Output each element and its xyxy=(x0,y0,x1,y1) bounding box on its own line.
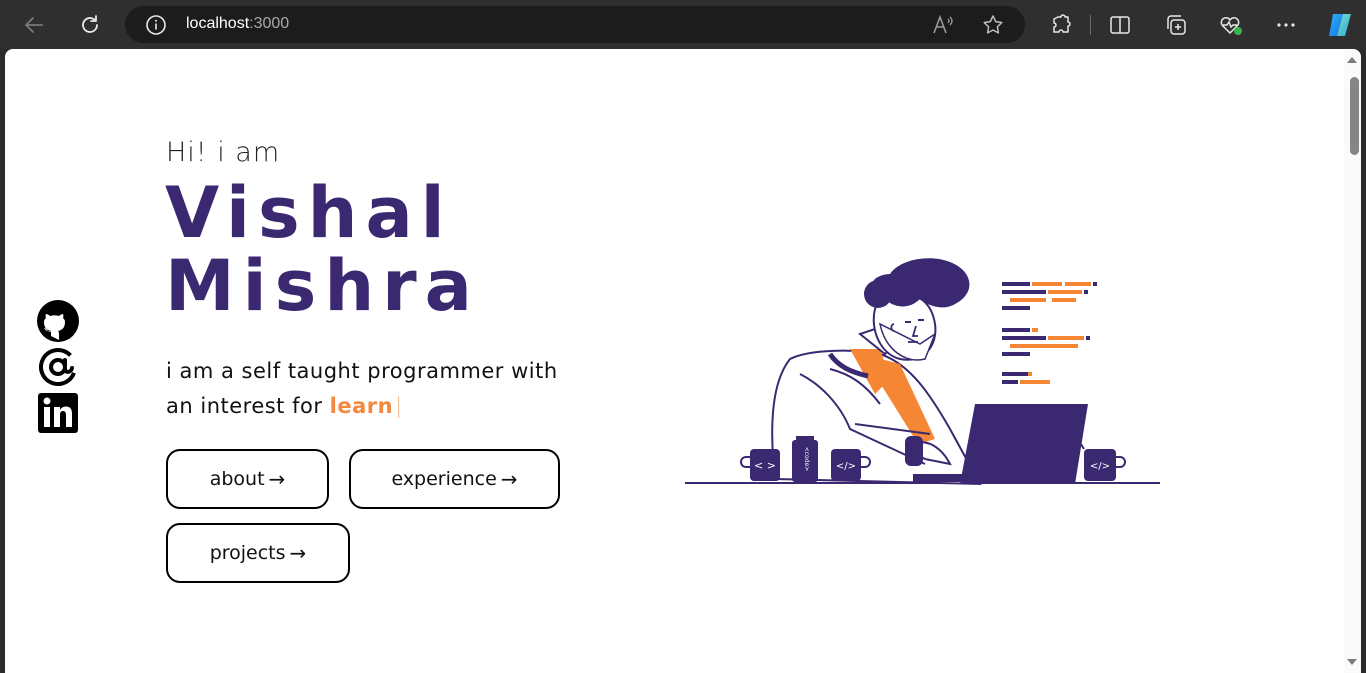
split-screen-icon[interactable] xyxy=(1107,12,1133,38)
browser-toolbar: localhost:3000 xyxy=(0,0,1366,49)
bio-line-2-prefix: an interest for xyxy=(166,394,323,418)
bio-text: i am a self taught programmer with an in… xyxy=(166,354,558,424)
refresh-icon[interactable] xyxy=(73,8,107,42)
info-icon[interactable] xyxy=(145,14,167,40)
svg-text:</>: </> xyxy=(836,461,856,472)
browser-health-icon[interactable] xyxy=(1218,12,1244,38)
svg-text:< >: < > xyxy=(754,459,776,472)
greeting-text: Hi! i am xyxy=(166,137,281,168)
svg-text:<code>: <code> xyxy=(803,447,810,472)
first-name: Vishal xyxy=(165,172,453,254)
back-arrow-icon[interactable] xyxy=(17,8,51,42)
toolbar-divider xyxy=(1090,15,1091,35)
url-text: localhost:3000 xyxy=(186,15,290,32)
arrow-right-icon: → xyxy=(500,467,518,491)
experience-button-label: experience xyxy=(391,468,497,490)
arrow-right-icon: → xyxy=(289,541,307,565)
address-bar[interactable]: localhost:3000 xyxy=(125,6,1025,43)
about-button[interactable]: about → xyxy=(166,449,329,509)
social-links xyxy=(35,299,81,437)
arrow-right-icon: → xyxy=(268,467,286,491)
bio-line-1: i am a self taught programmer with xyxy=(166,359,558,383)
typewriter-word: learn xyxy=(329,394,394,418)
programmer-illustration: < > <code> </> </> xyxy=(685,258,1160,486)
mug-code-left: < > xyxy=(740,449,780,481)
github-icon[interactable] xyxy=(35,299,81,343)
at-sign-icon[interactable] xyxy=(35,345,81,389)
projects-button[interactable]: projects → xyxy=(166,523,350,583)
mug-code-right: </> xyxy=(1078,440,1126,481)
hero-name: Vishal Mishra xyxy=(165,177,480,323)
scrollbar-thumb[interactable] xyxy=(1350,77,1359,155)
scroll-down-arrow-icon[interactable] xyxy=(1347,659,1357,665)
linkedin-icon[interactable] xyxy=(35,391,81,435)
page-viewport: Hi! i am Vishal Mishra i am a self taugh… xyxy=(5,49,1361,673)
experience-button[interactable]: experience → xyxy=(349,449,560,509)
last-name: Mishra xyxy=(165,245,480,327)
svg-text:</>: </> xyxy=(1090,461,1110,472)
star-icon[interactable] xyxy=(981,13,1005,41)
about-button-label: about xyxy=(209,468,265,490)
projects-button-label: projects xyxy=(209,542,286,564)
collections-icon[interactable] xyxy=(1163,12,1189,38)
vertical-scrollbar[interactable] xyxy=(1344,49,1361,673)
bio-line-2: an interest for learn| xyxy=(166,389,558,424)
code-lines-graphic xyxy=(1002,282,1097,384)
read-aloud-icon[interactable] xyxy=(931,14,955,40)
mug-code-can: <code> xyxy=(792,436,818,482)
copilot-icon[interactable] xyxy=(1325,10,1355,40)
typewriter-caret: | xyxy=(395,394,403,418)
more-icon[interactable] xyxy=(1273,12,1299,38)
scroll-up-arrow-icon[interactable] xyxy=(1347,57,1357,63)
puzzle-icon[interactable] xyxy=(1048,12,1074,38)
